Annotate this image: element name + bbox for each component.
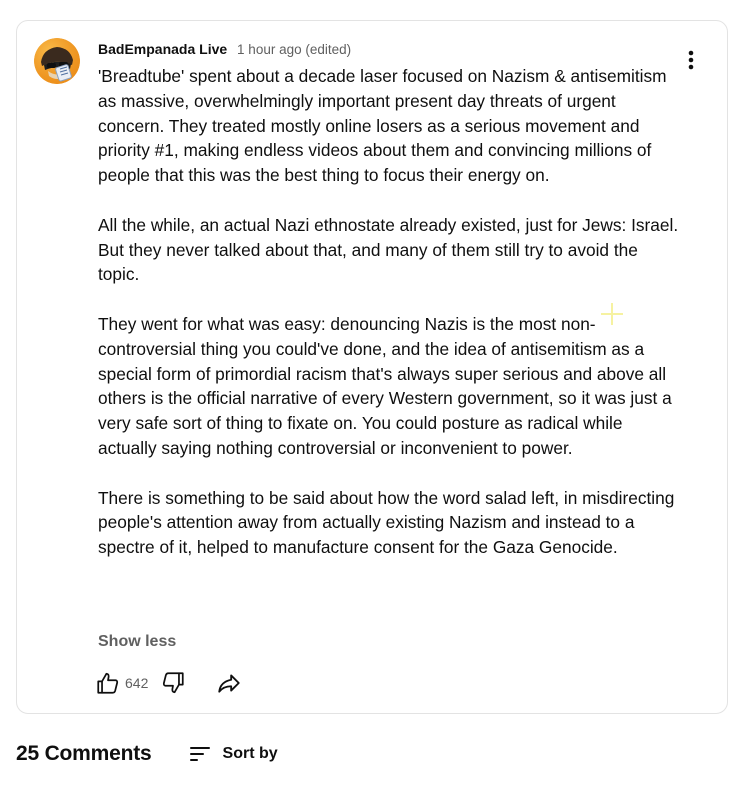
thumbs-up-icon (97, 672, 119, 694)
comment-paragraph: They went for what was easy: denouncing … (98, 313, 672, 458)
sort-by-button[interactable]: Sort by (188, 742, 278, 766)
comment-body: 'Breadtube' spent about a decade laser f… (98, 64, 680, 560)
comment-header: BadEmpanada Live 1 hour ago (edited) (98, 40, 351, 59)
comment-paragraph: 'Breadtube' spent about a decade laser f… (98, 66, 667, 186)
show-less-button[interactable]: Show less (98, 633, 176, 651)
avatar-image (34, 38, 80, 84)
comment-paragraph: There is something to be said about how … (98, 487, 675, 558)
avatar[interactable] (34, 38, 80, 84)
more-vert-icon[interactable] (679, 47, 703, 73)
like-count: 642 (125, 675, 149, 691)
like-button[interactable] (93, 668, 123, 698)
thumbs-down-icon (163, 672, 184, 694)
share-arrow-icon (218, 674, 241, 693)
sort-icon (189, 747, 210, 761)
comment-timestamp[interactable]: 1 hour ago (edited) (237, 42, 351, 57)
sort-by-label: Sort by (222, 745, 278, 762)
share-button[interactable] (214, 668, 244, 698)
comments-header: 25 Comments Sort by (16, 742, 278, 766)
comment-paragraph: All the while, an actual Nazi ethnostate… (98, 214, 679, 285)
author-name[interactable]: BadEmpanada Live (98, 41, 227, 57)
comments-count: 25 Comments (16, 742, 152, 765)
comment-card: BadEmpanada Live 1 hour ago (edited) 'Br… (16, 20, 728, 714)
dislike-button[interactable] (158, 668, 188, 698)
comment-actions: 642 (93, 668, 244, 698)
